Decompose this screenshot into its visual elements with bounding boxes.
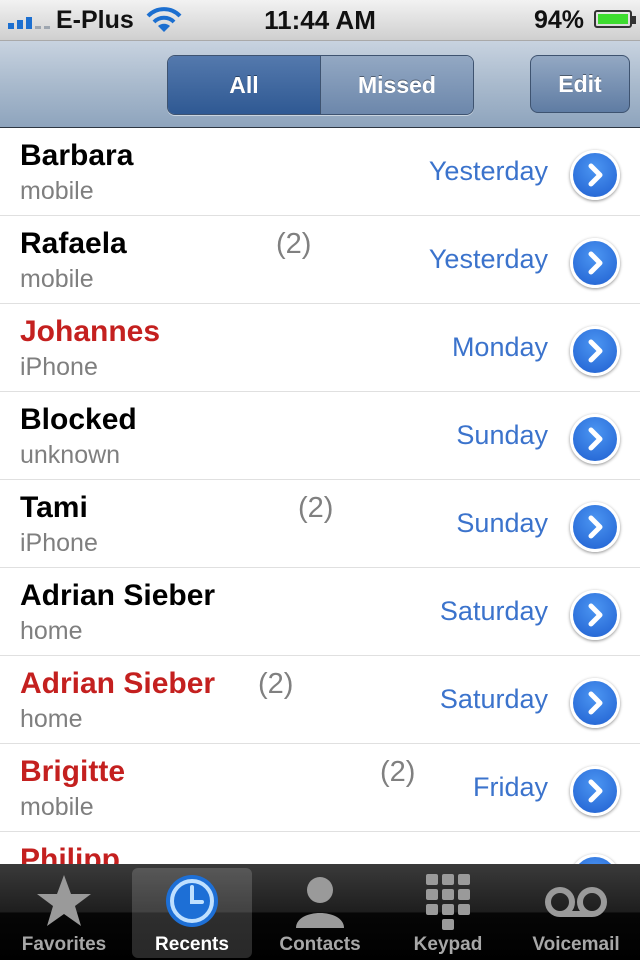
caller-name: Adrian Sieber [20,667,216,700]
call-row[interactable]: Johannes iPhone Monday [0,304,640,392]
phone-type: iPhone [20,529,98,557]
call-day: Yesterday [428,244,548,274]
tab-favorites[interactable]: Favorites [0,864,128,960]
recents-list[interactable]: Barbara mobile Yesterday Rafaela (2) mobile Ye… [0,128,640,864]
caller-name: Philipp [20,843,120,864]
caller-name: Rafaela [20,227,127,260]
caller-name: Barbara [20,139,134,172]
phone-type: unknown [20,441,121,469]
edit-button[interactable]: Edit [530,55,630,113]
star-icon [37,875,91,926]
call-row[interactable]: Barbara mobile Yesterday [0,128,640,216]
caller-name: Johannes [20,315,161,348]
phone-type: mobile [20,793,94,821]
keypad-icon [426,874,470,930]
detail-disclosure-icon[interactable] [570,414,620,464]
call-row[interactable]: Brigitte (2) mobile Friday [0,744,640,832]
phone-type: home [20,617,83,645]
segment-all[interactable]: All [168,56,320,114]
tab-bar: Favorites Recents Contacts Keypad Voicem… [0,864,640,960]
call-day: Saturday [439,684,548,714]
call-count: (2) [276,228,312,260]
call-count: (2) [298,492,334,524]
tab-voicemail[interactable]: Voicemail [512,864,640,960]
battery-percent: 94% [533,6,584,34]
call-day: Saturday [439,596,548,626]
detail-disclosure-icon[interactable] [570,678,620,728]
tab-recents[interactable]: Recents [128,864,256,960]
call-day: Friday [472,772,548,802]
call-row[interactable]: Blocked unknown Sunday [0,392,640,480]
tab-keypad[interactable]: Keypad [384,864,512,960]
nav-bar: All Missed Edit [0,41,640,129]
call-row[interactable]: Adrian Sieber (2) home Saturday [0,656,640,744]
tab-label-recents: Recents [155,934,229,955]
detail-disclosure-icon[interactable] [570,238,620,288]
caller-name: Brigitte [20,755,125,788]
phone-type: iPhone [20,353,98,381]
tab-label-voicemail: Voicemail [532,934,620,955]
person-icon [296,877,344,928]
clock-icon [166,875,218,927]
tab-label-contacts: Contacts [279,934,361,955]
call-day: Sunday [456,508,548,538]
detail-disclosure-icon[interactable] [570,150,620,200]
voicemail-icon [545,887,607,917]
phone-type: home [20,705,83,733]
call-row[interactable]: Tami (2) iPhone Sunday [0,480,640,568]
detail-disclosure-icon[interactable] [570,766,620,816]
detail-disclosure-icon[interactable] [570,590,620,640]
call-day: Monday [451,332,548,362]
segment-missed[interactable]: Missed [320,56,473,114]
caller-name: Adrian Sieber [20,579,216,612]
tab-label-keypad: Keypad [413,934,483,955]
detail-disclosure-icon[interactable] [570,326,620,376]
call-day: Yesterday [428,156,548,186]
phone-type: mobile [20,265,94,293]
call-count: (2) [380,756,416,788]
detail-disclosure-icon[interactable] [570,502,620,552]
tab-label-favorites: Favorites [21,934,107,955]
call-row[interactable]: Philipp [0,832,640,864]
detail-disclosure-icon[interactable] [570,854,620,864]
call-row[interactable]: Rafaela (2) mobile Yesterday [0,216,640,304]
caller-name: Blocked [20,403,137,436]
caller-name: Tami [20,491,88,524]
filter-segmented-control: All Missed [167,55,474,115]
battery-icon [594,10,636,28]
phone-type: mobile [20,177,94,205]
call-count: (2) [258,668,294,700]
tab-contacts[interactable]: Contacts [256,864,384,960]
call-row[interactable]: Adrian Sieber home Saturday [0,568,640,656]
call-day: Sunday [456,420,548,450]
status-bar: E-Plus 11:44 AM 94% [0,0,640,41]
